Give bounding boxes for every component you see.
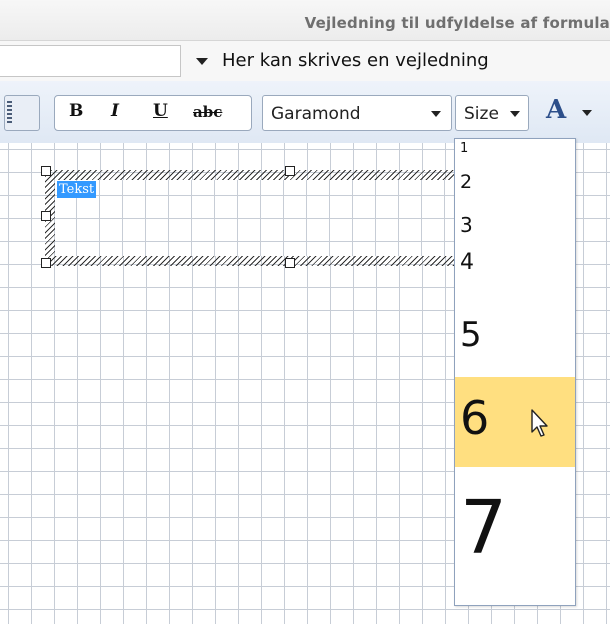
size-option-label: 4 [460,250,474,275]
size-option-6[interactable]: 6 [455,377,575,467]
chevron-down-icon [431,111,441,117]
underline-button[interactable]: U [153,101,168,121]
page-title: Vejledning til udfyldelse af formula [304,14,610,32]
guidance-input[interactable]: Her kan skrives en vejledning [222,50,489,71]
font-color-button[interactable]: A [538,95,610,129]
size-option-3[interactable]: 3 [455,199,575,249]
bold-button[interactable]: B [69,101,83,121]
chevron-down-icon[interactable] [582,110,592,116]
resize-handle[interactable] [41,166,51,176]
resize-handle[interactable] [41,258,51,268]
title-bar: Vejledning til udfyldelse af formula [0,0,610,41]
size-option-1[interactable]: 1 [455,139,575,165]
format-button-group: B I U abc [54,95,252,131]
font-family-value: Garamond [271,104,361,124]
chevron-down-icon [510,111,520,117]
dropdown-arrow-icon[interactable] [196,58,208,65]
size-option-label: 7 [460,485,508,571]
formatting-toolbar: B I U abc Garamond Size A [0,81,610,144]
font-family-select[interactable]: Garamond [262,95,452,131]
font-size-select[interactable]: Size [455,95,529,131]
font-size-dropdown: 1 2 3 4 5 6 7 [454,138,576,606]
resize-handle[interactable] [285,166,295,176]
size-option-label: 2 [460,171,473,193]
size-option-4[interactable]: 4 [455,250,575,301]
size-option-7[interactable]: 7 [455,479,575,599]
font-color-icon: A [546,95,567,125]
size-option-label: 6 [460,391,490,445]
resize-handle[interactable] [41,211,51,221]
field-row: Her kan skrives en vejledning [0,41,610,82]
mouse-pointer-icon [531,409,548,437]
field-select[interactable] [0,45,181,77]
font-size-value: Size [464,104,499,124]
italic-button[interactable]: I [111,101,119,121]
size-option-label: 3 [460,213,473,237]
resize-handle[interactable] [285,258,295,268]
size-option-2[interactable]: 2 [455,163,575,199]
selected-text[interactable]: Tekst [57,181,97,198]
size-option-label: 5 [460,315,482,355]
strikethrough-button[interactable]: abc [193,103,222,121]
size-option-5[interactable]: 5 [455,301,575,371]
size-option-label: 1 [460,141,469,156]
toolbar-grip-icon[interactable] [4,95,40,131]
